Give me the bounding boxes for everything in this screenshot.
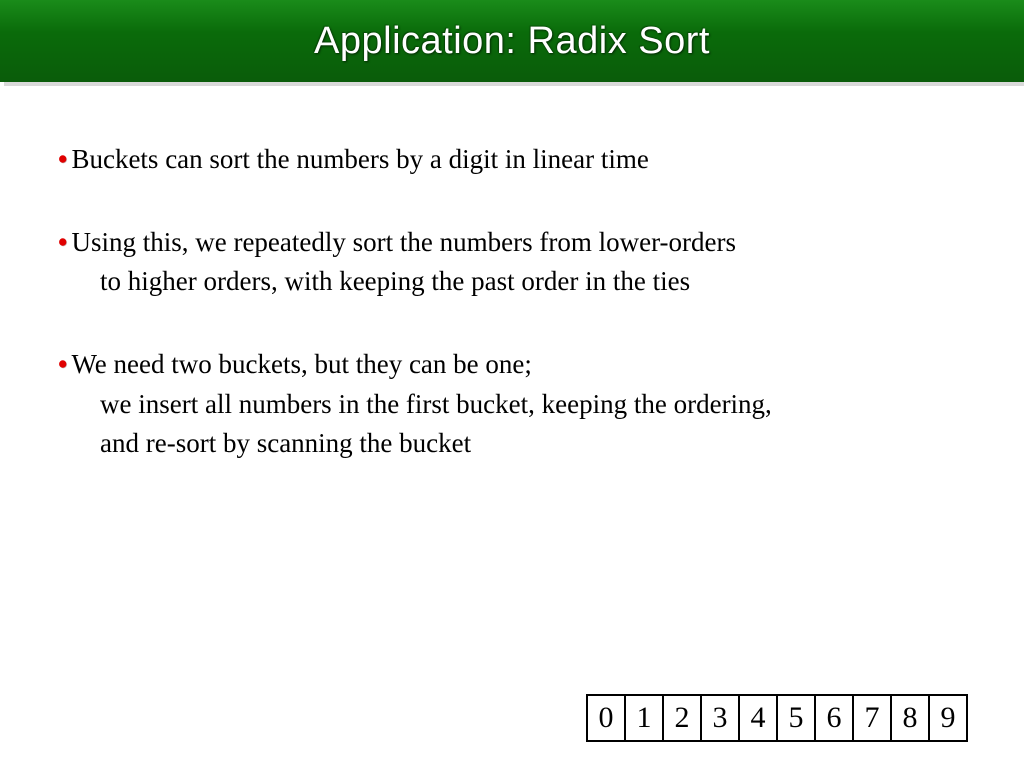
slide-title: Application: Radix Sort xyxy=(314,20,710,63)
bullet-text: Buckets can sort the numbers by a digit … xyxy=(71,144,648,174)
bullet-icon: • xyxy=(58,349,67,379)
bullet-item: •Using this, we repeatedly sort the numb… xyxy=(58,223,974,301)
bullet-item: •We need two buckets, but they can be on… xyxy=(58,345,974,462)
digit-cell: 2 xyxy=(662,694,702,742)
bullet-item: •Buckets can sort the numbers by a digit… xyxy=(58,140,974,179)
digit-cell: 1 xyxy=(624,694,664,742)
bullet-text: Using this, we repeatedly sort the numbe… xyxy=(71,227,736,257)
bullet-text-continuation: and re-sort by scanning the bucket xyxy=(58,424,974,463)
bullet-icon: • xyxy=(58,144,67,174)
digit-cell: 7 xyxy=(852,694,892,742)
digit-cell: 8 xyxy=(890,694,930,742)
title-bar: Application: Radix Sort xyxy=(0,0,1024,82)
digit-cell: 5 xyxy=(776,694,816,742)
digit-cell: 6 xyxy=(814,694,854,742)
bullet-text-continuation: we insert all numbers in the first bucke… xyxy=(58,385,974,424)
digit-cell: 3 xyxy=(700,694,740,742)
digit-cell: 9 xyxy=(928,694,968,742)
bullet-icon: • xyxy=(58,227,67,257)
digit-bucket-table: 0 1 2 3 4 5 6 7 8 9 xyxy=(586,694,968,742)
bullet-text-continuation: to higher orders, with keeping the past … xyxy=(58,262,974,301)
digit-cell: 4 xyxy=(738,694,778,742)
slide-content: •Buckets can sort the numbers by a digit… xyxy=(58,140,974,507)
bullet-text: We need two buckets, but they can be one… xyxy=(71,349,531,379)
digit-cell: 0 xyxy=(586,694,626,742)
digit-row: 0 1 2 3 4 5 6 7 8 9 xyxy=(586,694,968,742)
